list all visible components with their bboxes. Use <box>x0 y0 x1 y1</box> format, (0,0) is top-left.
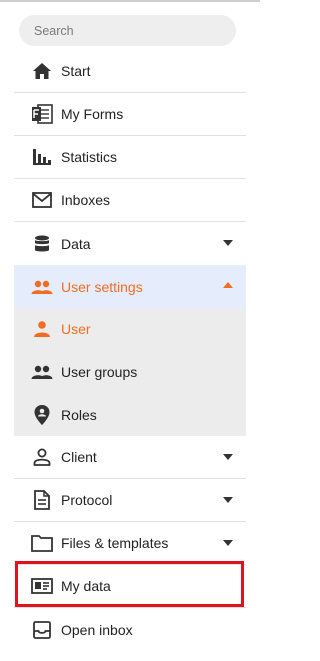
sidebar-item-label: Start <box>61 63 91 79</box>
submenu-user-settings: User User groups Roles <box>14 308 246 437</box>
sidebar-item-label: Client <box>61 449 97 466</box>
chevron-down-icon <box>223 240 233 246</box>
bar-chart-icon <box>31 146 53 168</box>
id-card-icon <box>31 575 53 597</box>
folder-icon <box>31 532 53 554</box>
inbox-icon <box>31 619 53 641</box>
chevron-down-icon <box>223 540 233 547</box>
sidebar-item-label: User <box>61 321 91 338</box>
sidebar-item-roles[interactable]: Roles <box>14 393 246 436</box>
home-icon <box>31 60 53 82</box>
sidebar-item-label: Open inbox <box>61 621 133 638</box>
chevron-down-icon <box>223 497 233 504</box>
sidebar-item-data[interactable]: Data <box>14 222 246 265</box>
sidebar-item-inboxes[interactable]: Inboxes <box>14 179 246 222</box>
badge-icon <box>31 404 53 426</box>
sidebar-item-label: Data <box>61 235 91 252</box>
sidebar-nav: Start My Forms Statistics Inboxes Data U… <box>14 50 246 651</box>
sidebar-item-label: Protocol <box>61 492 113 509</box>
sidebar-item-label: Statistics <box>61 149 118 165</box>
sidebar-item-files-templates[interactable]: Files & templates <box>14 522 246 566</box>
sidebar-item-start[interactable]: Start <box>14 50 246 93</box>
sidebar-item-label: My data <box>61 578 111 595</box>
sidebar-item-label: Files & templates <box>61 535 169 552</box>
search-input[interactable] <box>19 15 236 46</box>
sidebar-item-client[interactable]: Client <box>14 436 246 480</box>
user-group-icon <box>31 361 53 383</box>
forms-icon <box>31 103 53 125</box>
sidebar-item-user-settings[interactable]: User settings <box>14 265 246 308</box>
users-icon <box>31 276 53 298</box>
mail-icon <box>31 189 53 211</box>
sidebar-item-statistics[interactable]: Statistics <box>14 136 246 179</box>
person-icon <box>31 318 53 340</box>
person-outline-icon <box>31 446 53 468</box>
sidebar-item-user[interactable]: User <box>14 308 246 351</box>
sidebar-item-label: Roles <box>61 406 97 423</box>
sidebar-item-my-forms[interactable]: My Forms <box>14 93 246 136</box>
sidebar-item-label: My Forms <box>61 106 124 122</box>
chevron-up-icon <box>223 282 233 288</box>
sidebar-item-label: User settings <box>61 278 143 295</box>
sidebar-item-label: Inboxes <box>61 192 111 208</box>
sidebar-item-open-inbox[interactable]: Open inbox <box>14 608 246 651</box>
sidebar-item-user-groups[interactable]: User groups <box>14 351 246 394</box>
document-icon <box>31 489 53 511</box>
sidebar-item-protocol[interactable]: Protocol <box>14 479 246 523</box>
sidebar-item-my-data[interactable]: My data <box>14 565 246 609</box>
chevron-down-icon <box>223 454 233 461</box>
database-icon <box>31 233 53 255</box>
sidebar-item-label: User groups <box>61 364 138 381</box>
